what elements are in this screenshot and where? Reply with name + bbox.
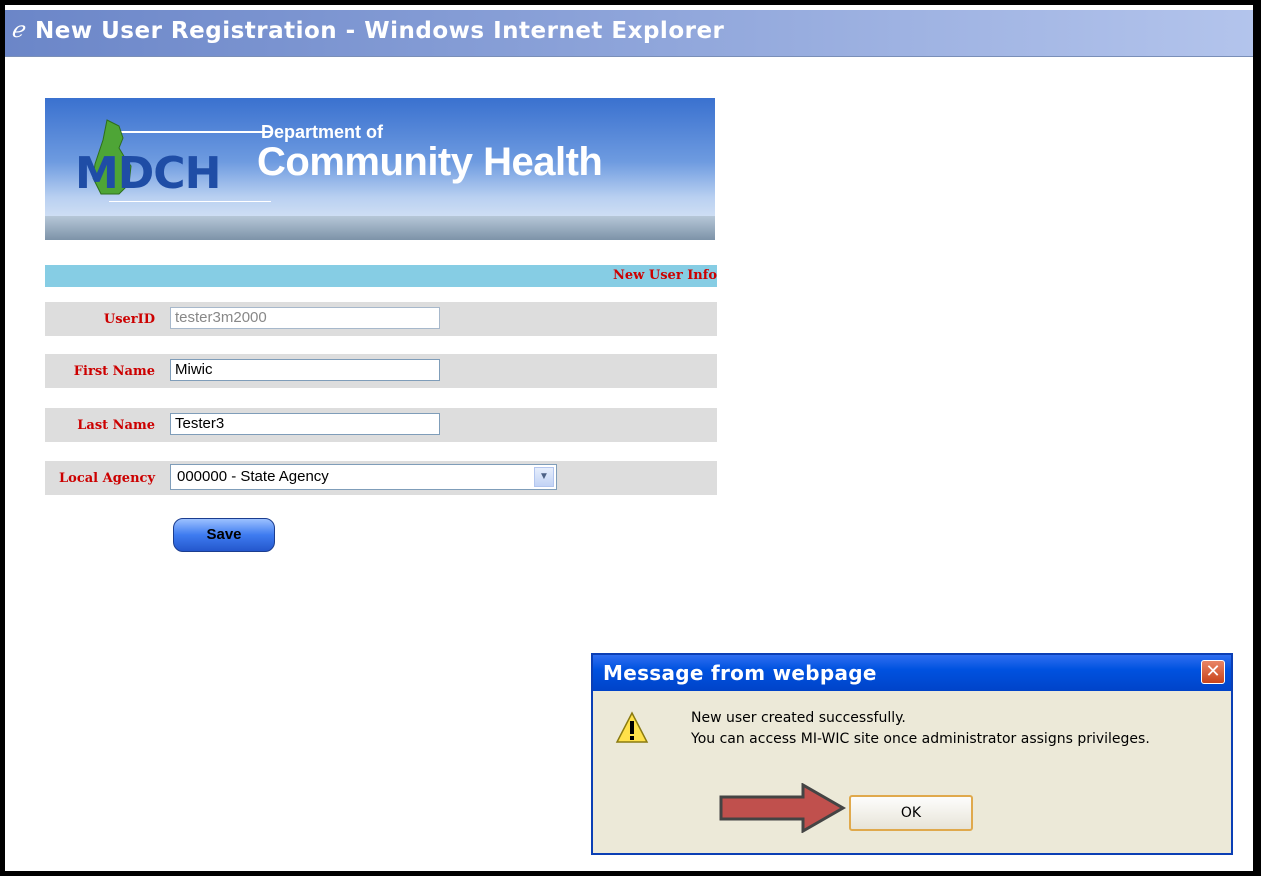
first-name-row: First Name Miwic: [45, 354, 717, 388]
banner-water: [45, 216, 715, 240]
dialog-titlebar: Message from webpage ✕: [593, 655, 1231, 691]
close-icon[interactable]: ✕: [1201, 660, 1225, 684]
section-header: New User Info: [45, 265, 717, 287]
first-name-label: First Name: [73, 363, 155, 379]
last-name-row: Last Name Tester3: [45, 408, 717, 442]
ok-button[interactable]: OK: [849, 795, 973, 831]
arrow-pointer-icon: [719, 783, 847, 833]
agency-row: Local Agency 000000 - State Agency ▼: [45, 461, 717, 495]
window-title: New User Registration - Windows Internet…: [35, 18, 725, 44]
titlebar-divider: [5, 56, 1253, 57]
message-dialog: Message from webpage ✕ New user created …: [591, 653, 1233, 855]
window-titlebar: ℯ New User Registration - Windows Intern…: [5, 10, 1253, 56]
agency-select-value: 000000 - State Agency: [177, 468, 329, 485]
banner-rule-bottom: [109, 201, 271, 202]
ie-icon: ℯ: [11, 18, 25, 43]
chevron-down-icon[interactable]: ▼: [534, 467, 554, 487]
banner-title: Community Health: [257, 140, 603, 184]
agency-select[interactable]: 000000 - State Agency ▼: [170, 464, 557, 490]
mdch-banner: MDCH Department of Community Health: [45, 98, 715, 240]
save-button[interactable]: Save: [173, 518, 275, 552]
agency-label: Local Agency: [59, 470, 155, 486]
section-title: New User Info: [613, 268, 717, 283]
last-name-label: Last Name: [77, 417, 155, 433]
dialog-title: Message from webpage: [603, 661, 877, 685]
first-name-field[interactable]: Miwic: [170, 359, 440, 381]
mdch-logo-text: MDCH: [75, 148, 221, 199]
dialog-line-2: You can access MI-WIC site once administ…: [691, 731, 1150, 747]
userid-label: UserID: [103, 311, 155, 327]
last-name-field[interactable]: Tester3: [170, 413, 440, 435]
browser-window: ℯ New User Registration - Windows Intern…: [2, 2, 1256, 874]
userid-row: UserID tester3m2000: [45, 302, 717, 336]
dialog-line-1: New user created successfully.: [691, 710, 906, 726]
dialog-message: New user created successfully. You can a…: [691, 708, 1150, 750]
userid-field[interactable]: tester3m2000: [170, 307, 440, 329]
warning-icon: [615, 711, 649, 743]
